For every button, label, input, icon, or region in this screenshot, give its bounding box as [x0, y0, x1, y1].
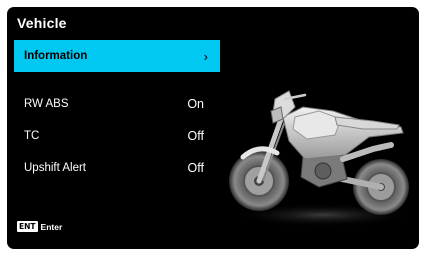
- vehicle-menu-screen: Vehicle Information › RW ABS On TC Off U…: [7, 7, 419, 249]
- chevron-right-icon: ›: [203, 48, 208, 64]
- menu-item-value: Off: [187, 129, 204, 143]
- menu-item-information[interactable]: Information ›: [14, 40, 220, 72]
- menu-item-rw-abs[interactable]: RW ABS On: [14, 88, 220, 120]
- ent-key-icon: ENT: [17, 221, 38, 232]
- menu-item-label: TC: [24, 130, 40, 142]
- enter-hint-label: Enter: [40, 221, 63, 232]
- menu-item-upshift-alert[interactable]: Upshift Alert Off: [14, 152, 220, 184]
- menu-item-value: On: [187, 97, 204, 111]
- menu-item-value: Off: [187, 161, 204, 175]
- motorcycle-image: [229, 90, 415, 227]
- menu-item-tc[interactable]: TC Off: [14, 120, 220, 152]
- menu-item-label: RW ABS: [24, 98, 69, 110]
- enter-hint: ENT Enter: [17, 221, 62, 232]
- page-title: Vehicle: [17, 15, 67, 31]
- menu-item-label: Upshift Alert: [24, 162, 86, 174]
- menu-item-label: Information: [24, 50, 88, 62]
